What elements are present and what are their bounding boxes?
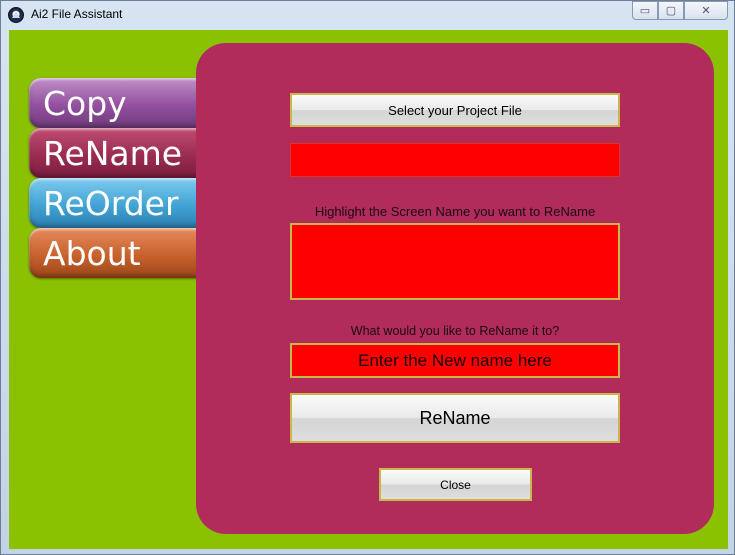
project-file-field[interactable]	[290, 143, 620, 177]
close-icon: ✕	[701, 5, 711, 17]
nav-copy-button[interactable]: Copy	[29, 78, 209, 128]
highlight-screen-label: Highlight the Screen Name you want to Re…	[314, 204, 596, 219]
nav-rename-button[interactable]: ReName	[29, 128, 209, 178]
maximize-button[interactable]: ▢	[658, 1, 684, 20]
close-button[interactable]: Close	[379, 468, 532, 501]
minimize-button[interactable]: ▭	[632, 1, 658, 20]
new-name-label: What would you like to ReName it to?	[350, 324, 560, 338]
client-area: Copy ReName ReOrder About Select your Pr…	[9, 30, 728, 549]
nav-reorder-button[interactable]: ReOrder	[29, 178, 209, 228]
select-project-file-button[interactable]: Select your Project File	[290, 93, 620, 127]
window-title: Ai2 File Assistant	[31, 7, 123, 21]
nav-copy-label: Copy	[43, 83, 127, 123]
window-controls: ▭ ▢ ✕	[632, 1, 728, 21]
app-logo-icon	[8, 7, 24, 23]
maximize-icon: ▢	[665, 5, 677, 17]
nav-rename-label: ReName	[43, 133, 183, 173]
title-bar[interactable]: Ai2 File Assistant ▭ ▢ ✕	[1, 1, 734, 29]
nav-about-label: About	[43, 233, 141, 273]
screen-name-list[interactable]	[290, 223, 620, 300]
minimize-icon: ▭	[639, 5, 651, 17]
nav-reorder-label: ReOrder	[43, 183, 179, 223]
close-window-button[interactable]: ✕	[684, 1, 728, 20]
nav-about-button[interactable]: About	[29, 228, 209, 278]
rename-button[interactable]: ReName	[290, 393, 620, 443]
app-window: Ai2 File Assistant ▭ ▢ ✕ Copy ReName ReO…	[0, 0, 735, 555]
new-name-input[interactable]: Enter the New name here	[290, 343, 620, 378]
rename-panel: Select your Project File Highlight the S…	[196, 43, 714, 534]
